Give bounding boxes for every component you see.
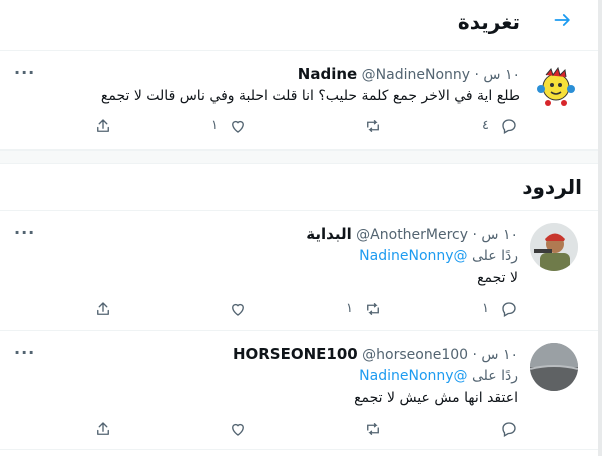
tweet-meta: البداية @AnotherMercy · ١٠ س <box>306 225 518 243</box>
more-options-icon[interactable]: ··· <box>14 63 35 82</box>
tweet-text: طلع اية في الاخر جمع كلمة حليب؟ انا قلت … <box>100 88 520 104</box>
reply-tweet[interactable]: البداية @AnotherMercy · ١٠ س ردًا على @N… <box>0 211 598 331</box>
avatar[interactable] <box>530 223 578 271</box>
main-tweet[interactable]: Nadine @NadineNonny · ١٠ س طلع اية في ال… <box>0 51 598 150</box>
like-button[interactable] <box>229 298 247 320</box>
share-icon <box>97 302 109 315</box>
share-button[interactable] <box>94 298 112 320</box>
author-handle[interactable]: @NadineNonny <box>362 67 470 83</box>
retweet-button[interactable] <box>364 298 382 320</box>
heart-icon <box>232 303 244 316</box>
retweet-count: ١ <box>346 301 353 316</box>
reply-count: ٤ <box>482 118 489 133</box>
reply-count: ١ <box>482 301 489 316</box>
reply-button[interactable] <box>500 418 518 440</box>
replying-handle[interactable]: @NadineNonny <box>359 248 467 264</box>
tweet-text: اعتقد انها مش عيش لا تجمع <box>354 390 518 406</box>
reply-tweet[interactable]: HORSEONE100 @horseone100 · ١٠ س ردًا على… <box>0 331 598 450</box>
tweet-time[interactable]: ١٠ س <box>481 347 518 363</box>
author-name[interactable]: HORSEONE100 <box>233 345 358 363</box>
tweet-meta: Nadine @NadineNonny · ١٠ س <box>297 65 520 83</box>
page-header: تغريدة <box>0 0 598 51</box>
heart-icon <box>232 120 244 133</box>
more-options-icon[interactable]: ··· <box>14 223 35 242</box>
avatar[interactable] <box>532 61 580 109</box>
tweet-time[interactable]: ١٠ س <box>483 67 520 83</box>
author-handle[interactable]: @AnotherMercy <box>356 227 468 243</box>
tweet-text: لا تجمع <box>477 270 518 286</box>
like-button[interactable] <box>229 115 247 137</box>
share-button[interactable] <box>94 418 112 440</box>
arrow-right-icon[interactable] <box>545 9 581 39</box>
retweet-icon <box>367 120 379 132</box>
tweet-meta: HORSEONE100 @horseone100 · ١٠ س <box>232 345 518 363</box>
more-options-icon[interactable]: ··· <box>14 343 35 362</box>
section-divider <box>0 150 598 164</box>
retweet-button[interactable] <box>364 115 382 137</box>
author-name[interactable]: البداية <box>306 225 351 243</box>
like-count: ١ <box>211 118 218 133</box>
replying-to: ردًا على @NadineNonny <box>359 368 518 384</box>
replying-label: ردًا على <box>472 248 518 264</box>
page-title: تغريدة <box>457 10 520 34</box>
reply-icon <box>502 119 516 134</box>
replying-label: ردًا على <box>472 368 518 384</box>
reply-button[interactable] <box>500 115 518 137</box>
heart-icon <box>232 423 244 436</box>
reply-icon <box>502 302 516 317</box>
author-name[interactable]: Nadine <box>298 65 357 83</box>
replying-handle[interactable]: @NadineNonny <box>359 368 467 384</box>
tweet-time[interactable]: ١٠ س <box>481 227 518 243</box>
author-handle[interactable]: @horseone100 <box>362 347 468 363</box>
avatar[interactable] <box>530 343 578 391</box>
retweet-icon <box>367 303 379 315</box>
share-button[interactable] <box>94 115 112 137</box>
reply-button[interactable] <box>500 298 518 320</box>
retweet-button[interactable] <box>364 418 382 440</box>
replying-to: ردًا على @NadineNonny <box>359 248 518 264</box>
reply-icon <box>502 422 516 437</box>
like-button[interactable] <box>229 418 247 440</box>
replies-heading: الردود <box>522 175 582 199</box>
share-icon <box>97 422 109 435</box>
share-icon <box>97 119 109 132</box>
retweet-icon <box>367 423 379 435</box>
scrollbar-track[interactable] <box>598 0 602 456</box>
